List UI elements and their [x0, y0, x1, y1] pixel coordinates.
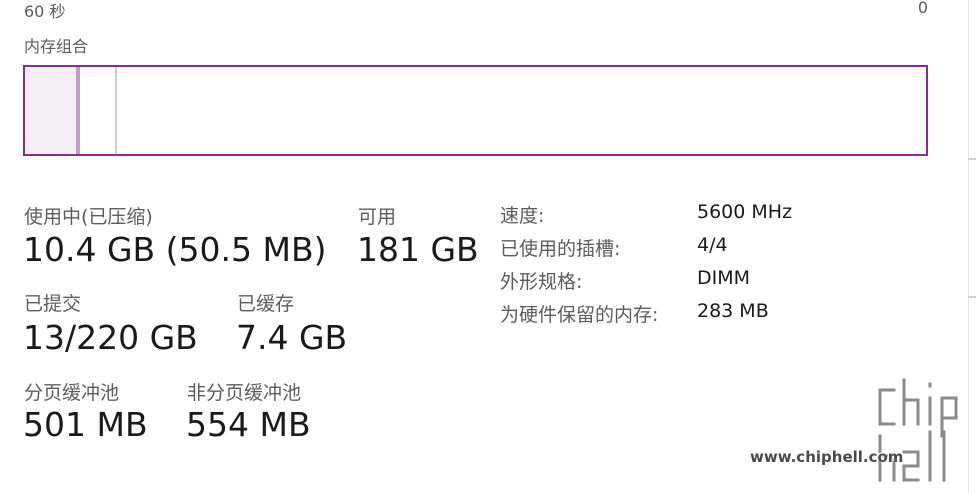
scroll-marker-lower: [968, 296, 976, 298]
speed-key: 速度:: [500, 205, 545, 227]
paged-pool-label: 分页缓冲池: [24, 382, 120, 404]
scroll-marker-upper: [968, 158, 976, 160]
form-factor-key: 外形规格:: [500, 271, 583, 293]
watermark-url: www.chiphell.com: [750, 448, 904, 466]
graph-axis-left-label: 60 秒: [24, 2, 66, 21]
graph-axis-right-label: 0: [917, 0, 928, 17]
chiphell-logo-icon: [875, 375, 961, 485]
slots-used-key: 已使用的插槽:: [500, 238, 621, 260]
committed-label: 已提交: [24, 293, 82, 315]
in-use-label: 使用中(已压缩): [24, 206, 153, 228]
committed-value: 13/220 GB: [23, 318, 198, 357]
nonpaged-pool-label: 非分页缓冲池: [187, 382, 302, 404]
memory-composition-bar[interactable]: [23, 65, 928, 156]
cached-value: 7.4 GB: [236, 318, 348, 357]
form-factor-value: DIMM: [697, 267, 751, 289]
hardware-reserved-value: 283 MB: [697, 300, 769, 322]
chiphell-watermark: www.chiphell.com: [744, 372, 976, 493]
in-use-value: 10.4 GB (50.5 MB): [23, 230, 327, 269]
nonpaged-pool-value: 554 MB: [186, 405, 311, 444]
speed-value: 5600 MHz: [697, 201, 793, 223]
available-value: 181 GB: [357, 230, 479, 269]
available-label: 可用: [358, 206, 397, 228]
slots-used-value: 4/4: [697, 234, 728, 256]
memory-composition-label: 内存组合: [24, 37, 89, 56]
composition-in-use-segment[interactable]: [25, 67, 77, 154]
cached-label: 已缓存: [237, 293, 295, 315]
hardware-reserved-key: 为硬件保留的内存:: [500, 304, 659, 326]
paged-pool-value: 501 MB: [23, 405, 148, 444]
composition-standby-segment[interactable]: [80, 67, 117, 154]
memory-performance-panel: 60 秒 0 内存组合 使用中(已压缩) 10.4 GB (50.5 MB) 可…: [0, 0, 976, 493]
